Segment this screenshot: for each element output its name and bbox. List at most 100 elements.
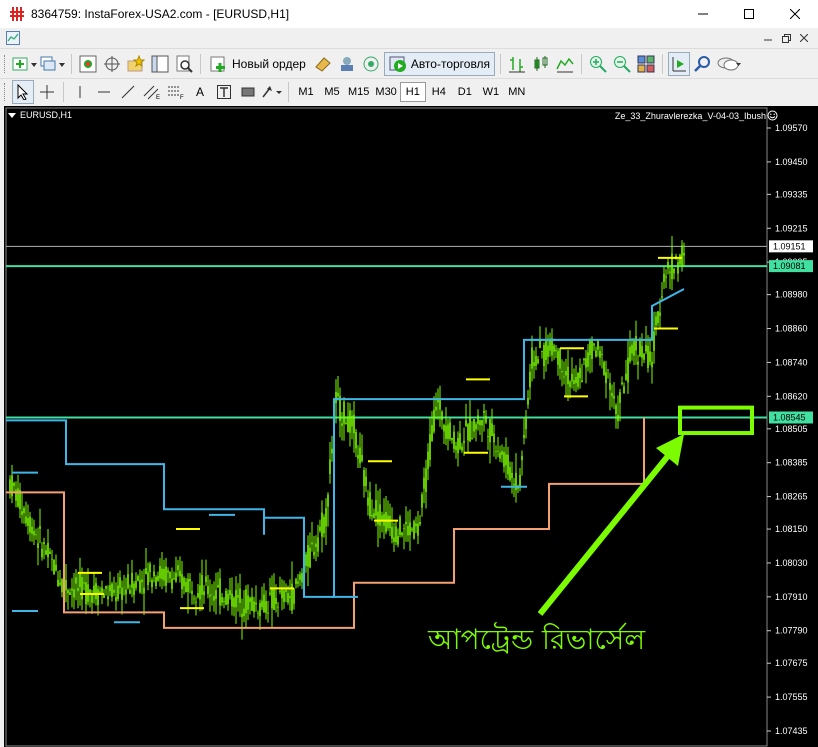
price-axis-label: 1.08385: [775, 458, 808, 468]
standard-toolbar: Новый ордер Авто-торговля: [0, 48, 818, 78]
timeframe-m30-button[interactable]: M30: [372, 82, 399, 102]
chart-area[interactable]: 1.095701.094501.093351.092151.090951.089…: [4, 106, 818, 747]
fibonacci-icon: F: [168, 86, 184, 100]
toolbar-grip[interactable]: [4, 82, 7, 101]
minimize-button[interactable]: [680, 0, 726, 28]
autotrading-button[interactable]: Авто-торговля: [383, 51, 496, 76]
trendline-icon: [121, 85, 135, 98]
price-axis-label: 1.08980: [775, 290, 808, 300]
plot-frame: [5, 107, 768, 747]
window-title: 8364759: InstaForex-USA2.com - [EURUSD,H…: [31, 7, 290, 21]
mdi-bar: [0, 28, 818, 48]
autoscroll-button[interactable]: [668, 51, 691, 76]
terminal-window: 8364759: InstaForex-USA2.com - [EURUSD,H…: [0, 0, 818, 747]
restore-icon: [781, 33, 791, 43]
tile-windows-button[interactable]: [635, 52, 657, 76]
zoom-out-icon: [614, 55, 631, 73]
mdi-minimize-button[interactable]: [760, 30, 776, 46]
horizontal-line-icon: [98, 91, 110, 92]
arrows-button[interactable]: [261, 80, 283, 104]
text-label-button[interactable]: [213, 80, 235, 104]
signals-button[interactable]: [336, 52, 358, 76]
price-axis-label: 1.08740: [775, 357, 808, 367]
upper-band-line: [6, 288, 685, 598]
crosshair-button[interactable]: [36, 80, 58, 104]
vertical-line-button[interactable]: [69, 80, 91, 104]
price-axis-label: 1.07675: [775, 658, 808, 668]
price-marker-label: 1.08545: [773, 412, 806, 422]
text-tool-label: A: [195, 84, 204, 99]
price-axis-label: 1.08030: [775, 558, 808, 568]
chart-menu-icon[interactable]: [8, 113, 16, 118]
timeframe-h4-button[interactable]: H4: [426, 82, 452, 102]
text-label-icon: [217, 84, 231, 99]
metaeditor-button[interactable]: [312, 52, 334, 76]
tile-windows-icon: [637, 55, 655, 72]
timeframe-h1-button[interactable]: H1: [399, 81, 426, 102]
trendline-button[interactable]: [117, 80, 139, 104]
title-bar: 8364759: InstaForex-USA2.com - [EURUSD,H…: [0, 0, 818, 28]
price-axis-label: 1.07910: [775, 592, 808, 602]
line-chart-icon: [556, 57, 574, 72]
zoom-out-button[interactable]: [611, 52, 633, 76]
smiley-icon: [767, 110, 778, 121]
price-chart[interactable]: 1.095701.094501.093351.092151.090951.089…: [4, 106, 818, 747]
timeframe-m15-button[interactable]: M15: [345, 82, 372, 102]
timeframe-m1-button[interactable]: M1: [293, 82, 319, 102]
line-chart-button[interactable]: [554, 52, 576, 76]
new-chart-icon: [12, 57, 37, 70]
timeframe-w1-button[interactable]: W1: [478, 82, 504, 102]
timeframe-m5-button[interactable]: M5: [319, 82, 345, 102]
candlestick-chart-button[interactable]: [530, 52, 552, 76]
autotrading-icon: [389, 56, 406, 72]
chart-window-icon[interactable]: [6, 31, 20, 45]
text-tool-button[interactable]: A: [189, 80, 211, 104]
profiles-icon: [40, 56, 65, 70]
broadcast-button[interactable]: [360, 52, 382, 76]
new-chart-button[interactable]: [12, 52, 38, 76]
star-folder-icon: [127, 54, 145, 71]
close-icon: [800, 34, 808, 42]
market-watch-button[interactable]: [77, 52, 99, 76]
price-axis-label: 1.08505: [775, 424, 808, 434]
price-axis-label: 1.07435: [775, 726, 808, 736]
cursor-icon: [17, 83, 29, 100]
timeframe-mn-button[interactable]: MN: [504, 82, 530, 102]
price-axis-label: 1.09570: [775, 123, 808, 133]
terminal-icon: [151, 55, 169, 72]
search-button[interactable]: [692, 52, 714, 76]
broadcast-icon: [363, 56, 379, 71]
crosshair-move-icon: [104, 55, 120, 72]
price-axis-label: 1.08150: [775, 524, 808, 534]
chat-button[interactable]: [716, 52, 742, 76]
strategy-tester-button[interactable]: [173, 52, 195, 76]
chat-icon: [717, 57, 742, 70]
price-axis-label: 1.07790: [775, 626, 808, 636]
mdi-restore-button[interactable]: [778, 30, 794, 46]
price-axis-label: 1.08265: [775, 492, 808, 502]
data-window-button[interactable]: [101, 52, 123, 76]
rectangle-icon: [241, 87, 255, 96]
fibonacci-button[interactable]: F: [165, 80, 187, 104]
maximize-button[interactable]: [726, 0, 772, 28]
mdi-close-button[interactable]: [796, 30, 812, 46]
bar-chart-button[interactable]: [506, 52, 528, 76]
zoom-in-button[interactable]: [587, 52, 609, 76]
profiles-button[interactable]: [40, 52, 66, 76]
annotation-arrow-shaft: [537, 449, 675, 616]
autotrading-label: Авто-торговля: [410, 56, 491, 71]
close-button[interactable]: [772, 0, 818, 28]
search-icon: [694, 55, 711, 72]
cursor-button[interactable]: [12, 79, 34, 104]
toolbar-grip[interactable]: [4, 54, 7, 73]
price-axis-label: 1.09335: [775, 189, 808, 199]
rectangle-button[interactable]: [237, 80, 259, 104]
terminal-button[interactable]: [149, 52, 171, 76]
timeframe-d1-button[interactable]: D1: [452, 82, 478, 102]
app-logo-icon: [10, 7, 24, 21]
navigator-button[interactable]: [125, 52, 147, 76]
equidistant-channel-button[interactable]: E: [141, 80, 163, 104]
horizontal-line-button[interactable]: [93, 80, 115, 104]
new-order-button[interactable]: Новый ордер: [206, 52, 310, 76]
arrows-dropdown-icon: [262, 85, 282, 97]
